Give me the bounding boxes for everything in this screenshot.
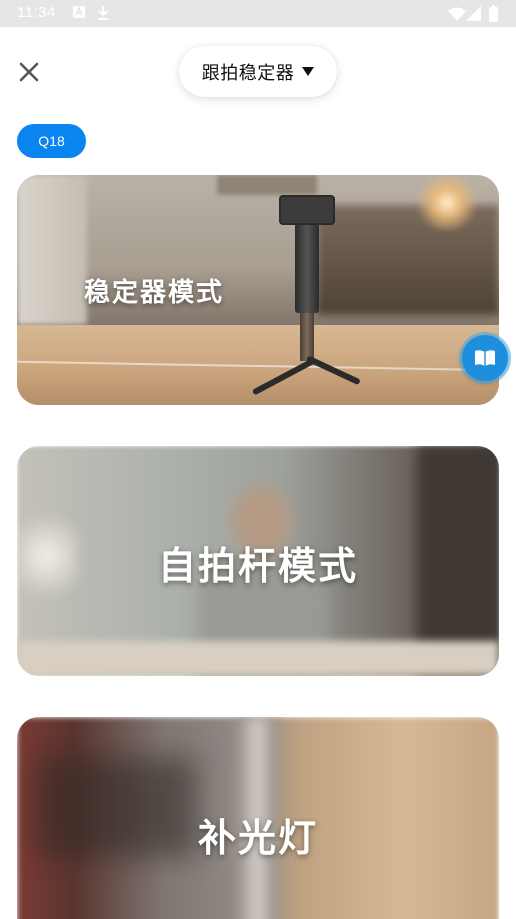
wifi-icon xyxy=(448,7,466,21)
battery-icon xyxy=(489,5,498,22)
book-icon xyxy=(475,350,495,366)
mode-card-fill-light[interactable]: 补光灯 xyxy=(17,717,499,919)
cellular-icon xyxy=(466,6,481,21)
mode-card-label: 补光灯 xyxy=(197,816,318,860)
mode-card-label: 自拍杆模式 xyxy=(157,544,358,588)
mode-selector[interactable]: 跟拍稳定器 xyxy=(179,46,337,97)
download-icon xyxy=(98,6,108,20)
notification-a-icon xyxy=(73,5,85,18)
status-time: 11:34 xyxy=(17,4,56,21)
status-bar: 11:34 xyxy=(0,0,516,27)
mode-card-stabilizer[interactable]: 稳定器模式 xyxy=(17,175,499,405)
stabilizer-image xyxy=(295,223,319,313)
mode-selector-label: 跟拍稳定器 xyxy=(201,62,295,84)
close-button[interactable] xyxy=(14,57,44,87)
mode-card-label: 稳定器模式 xyxy=(84,278,225,308)
caret-down-icon xyxy=(302,67,315,76)
model-badge[interactable]: Q18 xyxy=(17,124,86,158)
guide-button[interactable] xyxy=(462,335,508,381)
mode-card-selfie-stick[interactable]: 自拍杆模式 xyxy=(17,446,499,676)
close-icon xyxy=(19,62,39,82)
